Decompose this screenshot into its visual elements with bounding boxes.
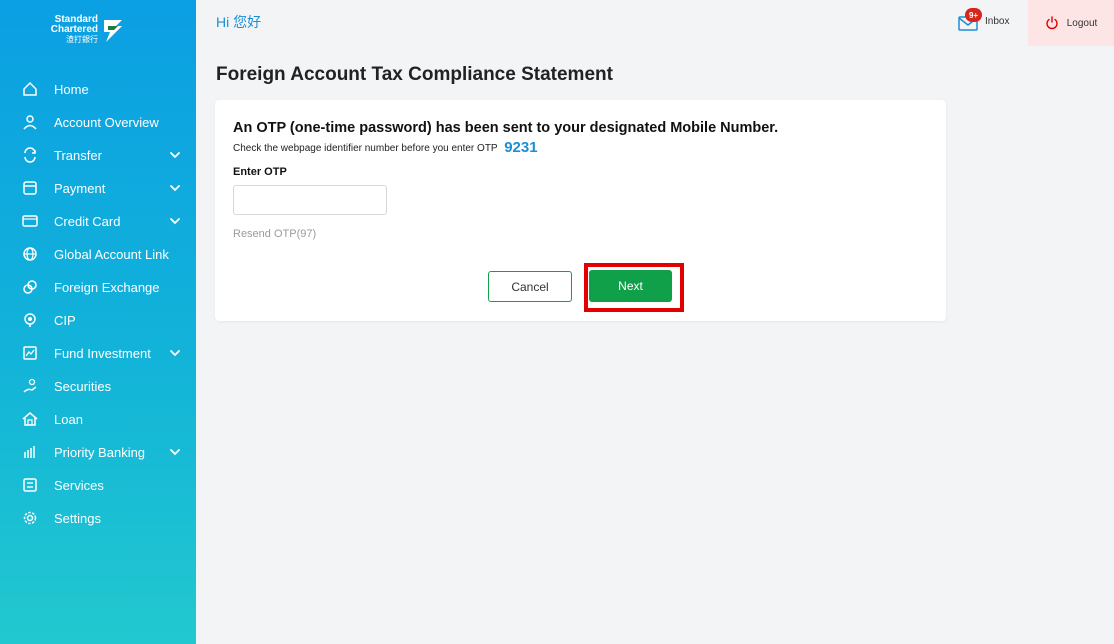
chevron-down-icon[interactable] (168, 148, 182, 162)
sidebar-item-label: Foreign Exchange (54, 280, 160, 295)
user-icon (22, 114, 38, 130)
logout-button[interactable]: Logout (1028, 0, 1114, 46)
logo-mark-icon (104, 20, 122, 42)
power-icon (1046, 16, 1058, 30)
sidebar-item-label: Fund Investment (54, 346, 151, 361)
loan-house-icon (22, 411, 38, 427)
resend-otp-link[interactable]: Resend OTP(97) (233, 228, 316, 240)
chevron-down-icon[interactable] (168, 181, 182, 195)
sidebar-item-label: Settings (54, 511, 101, 526)
cancel-button[interactable]: Cancel (488, 271, 572, 302)
priority-banking-icon (22, 444, 38, 460)
payment-icon (22, 180, 38, 196)
transfer-icon (22, 147, 38, 163)
sidebar-nav: Home Account Overview Transfer Payment Credi… (0, 73, 196, 535)
sidebar-item-label: Loan (54, 412, 83, 427)
services-icon (22, 477, 38, 493)
gear-icon (22, 510, 38, 526)
sidebar-item-loan[interactable]: Loan (0, 403, 196, 436)
sidebar-item-priority-banking[interactable]: Priority Banking (0, 436, 196, 469)
sidebar-item-label: Account Overview (54, 115, 159, 130)
sidebar-item-securities[interactable]: Securities (0, 370, 196, 403)
standard-chartered-logo[interactable]: Standard Chartered 渣打銀行 (50, 10, 150, 50)
currency-exchange-icon (22, 279, 38, 295)
logo-line2: Chartered (50, 24, 98, 35)
inbox-button[interactable]: 9+ Inbox (958, 8, 1009, 34)
sidebar-item-label: Securities (54, 379, 112, 394)
identifier-text: Check the webpage identifier number befo… (233, 143, 498, 154)
sidebar-item-label: Credit Card (54, 214, 121, 229)
sidebar-item-account-overview[interactable]: Account Overview (0, 106, 196, 139)
otp-card: An OTP (one-time password) has been sent… (215, 100, 946, 321)
sidebar-item-label: Priority Banking (54, 445, 146, 460)
sidebar-item-label: Services (54, 478, 104, 493)
chevron-down-icon[interactable] (168, 346, 182, 360)
logout-label: Logout (1066, 17, 1098, 29)
sidebar-item-payment[interactable]: Payment (0, 172, 196, 205)
identifier-line: Check the webpage identifier number befo… (233, 138, 538, 156)
otp-input[interactable] (233, 185, 387, 215)
chart-icon (22, 345, 38, 361)
sidebar-item-label: Transfer (54, 148, 102, 163)
logo-text: Standard Chartered 渣打銀行 (50, 15, 98, 45)
chevron-down-icon[interactable] (168, 445, 182, 459)
sidebar-item-label: Global Account Link (54, 247, 169, 262)
sidebar-item-global-account-link[interactable]: Global Account Link (0, 238, 196, 271)
inbox-badge: 9+ (965, 8, 982, 22)
sidebar-item-settings[interactable]: Settings (0, 502, 196, 535)
sidebar-item-credit-card[interactable]: Credit Card (0, 205, 196, 238)
credit-card-icon (22, 213, 38, 229)
sidebar-item-label: Payment (54, 181, 106, 196)
cip-icon (22, 312, 38, 328)
logo-line3: 渣打銀行 (66, 35, 98, 44)
sidebar-item-fund-investment[interactable]: Fund Investment (0, 337, 196, 370)
sidebar: Standard Chartered 渣打銀行 Home Account Over… (0, 0, 196, 644)
securities-icon (22, 378, 38, 394)
sidebar-item-transfer[interactable]: Transfer (0, 139, 196, 172)
sidebar-item-foreign-exchange[interactable]: Foreign Exchange (0, 271, 196, 304)
mail-icon: 9+ (958, 8, 982, 32)
greeting: Hi 您好 (216, 14, 262, 30)
sidebar-item-services[interactable]: Services (0, 469, 196, 502)
home-icon (22, 81, 38, 97)
next-button[interactable]: Next (589, 270, 672, 302)
page-title: Foreign Account Tax Compliance Statement (216, 64, 613, 85)
chevron-down-icon[interactable] (168, 214, 182, 228)
globe-icon (22, 246, 38, 262)
identifier-number: 9231 (504, 139, 538, 156)
otp-heading: An OTP (one-time password) has been sent… (233, 120, 779, 136)
sidebar-item-cip[interactable]: CIP (0, 304, 196, 337)
sidebar-item-label: Home (54, 82, 89, 97)
sidebar-item-home[interactable]: Home (0, 73, 196, 106)
inbox-label: Inbox (985, 15, 1010, 27)
enter-otp-label: Enter OTP (233, 166, 287, 178)
sidebar-item-label: CIP (54, 313, 76, 328)
